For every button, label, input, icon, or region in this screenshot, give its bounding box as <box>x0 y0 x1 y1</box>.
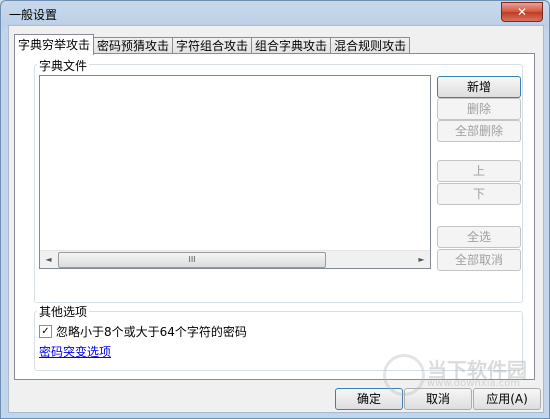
site-watermark: 当下软件园 www.downxia.com <box>383 354 533 396</box>
mutation-options-link[interactable]: 密码突变选项 <box>39 343 111 360</box>
horizontal-scrollbar[interactable]: ◄ III ► <box>40 250 430 268</box>
dictionary-files-label: 字典文件 <box>37 57 90 74</box>
close-button[interactable]: ✕ <box>501 2 543 22</box>
close-icon: ✕ <box>516 5 528 19</box>
settings-window: 一般设置 ✕ 字典穷举攻击 密码预猜攻击 字符组合攻击 组合字典攻击 混合规则攻… <box>0 0 550 419</box>
delete-button[interactable]: 删除 <box>437 98 521 120</box>
ignore-length-checkbox[interactable]: ✓ <box>39 325 52 338</box>
delete-all-button[interactable]: 全部删除 <box>437 120 521 142</box>
watermark-url: www.downxia.com <box>427 378 521 389</box>
select-all-button[interactable]: 全选 <box>437 226 521 248</box>
title-bar[interactable]: 一般设置 ✕ <box>1 1 549 25</box>
tab-strip: 字典穷举攻击 密码预猜攻击 字符组合攻击 组合字典攻击 混合规则攻击 <box>14 34 411 55</box>
other-options-label: 其他选项 <box>37 303 90 320</box>
tab-panel: 字典文件 ◄ III ► 新增 删除 全部删除 上 下 全选 全部取消 其他选项… <box>14 53 535 380</box>
move-down-button[interactable]: 下 <box>437 183 521 205</box>
window-title: 一般设置 <box>9 8 58 22</box>
dictionary-file-list[interactable]: ◄ III ► <box>39 75 431 269</box>
dialog-client: 字典穷举攻击 密码预猜攻击 字符组合攻击 组合字典攻击 混合规则攻击 字典文件 … <box>8 25 544 413</box>
add-button[interactable]: 新增 <box>437 76 521 98</box>
ignore-length-label: 忽略小于8个或大于64个字符的密码 <box>56 325 247 339</box>
tab-dictionary-attack[interactable]: 字典穷举攻击 <box>14 34 95 55</box>
watermark-logo-icon <box>383 354 425 396</box>
move-up-button[interactable]: 上 <box>437 160 521 182</box>
deselect-all-button[interactable]: 全部取消 <box>437 249 521 271</box>
scroll-thumb[interactable]: III <box>58 252 326 268</box>
scroll-right-icon[interactable]: ► <box>413 251 430 268</box>
scroll-left-icon[interactable]: ◄ <box>40 251 57 268</box>
